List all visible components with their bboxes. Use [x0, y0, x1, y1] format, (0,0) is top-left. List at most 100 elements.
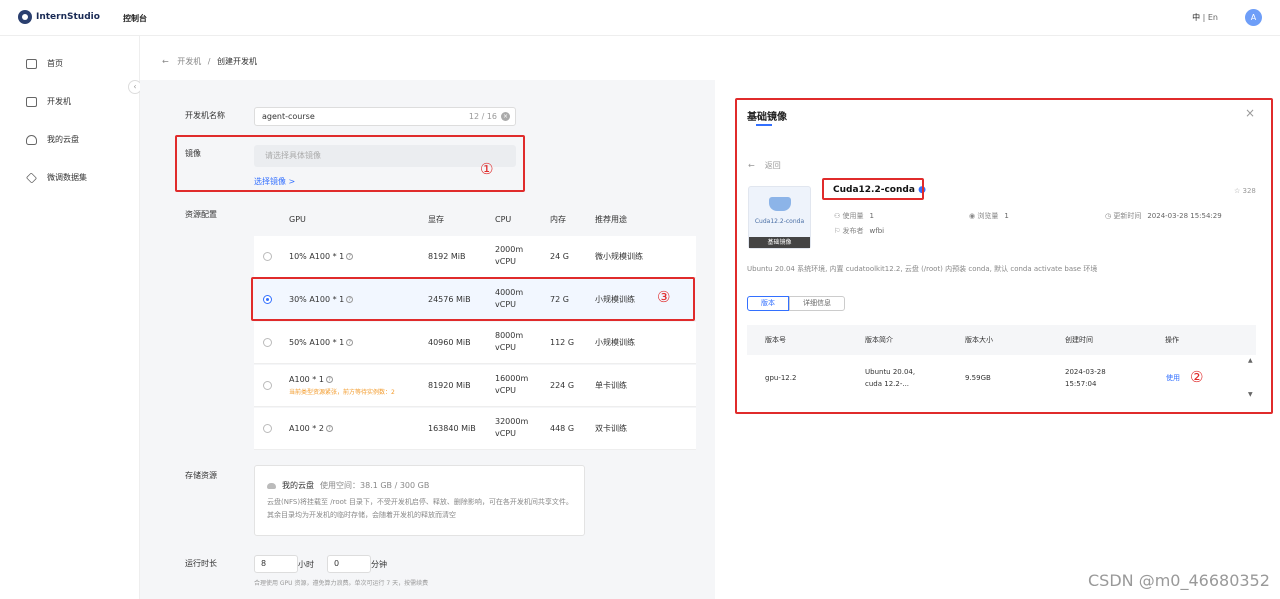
- intro-cell: Ubuntu 20.04, cuda 12.2-...: [865, 368, 916, 388]
- cpu-cell: 2000m vCPU: [495, 245, 524, 266]
- avatar[interactable]: A: [1245, 9, 1262, 26]
- row-radio[interactable]: [263, 381, 272, 390]
- back-button[interactable]: ← 返回: [748, 160, 781, 171]
- sidebar-item-devmachine[interactable]: 开发机: [26, 96, 71, 107]
- gpu-cell: A100 * 1? 当前类型资源紧张，前方等待实例数：2: [289, 375, 395, 396]
- minutes-unit: 分钟: [371, 560, 387, 569]
- storage-description: 云盘(NFS)将挂载至 /root 目录下，不受开发机启停、释放、删除影响，可在…: [267, 498, 573, 519]
- drawer-title: 基础镜像: [747, 112, 787, 123]
- top-bar: InternStudio 控制台 中 | En A: [0, 0, 1280, 36]
- breadcrumb-parent[interactable]: 开发机: [177, 57, 201, 66]
- col-action: 操作: [1165, 336, 1179, 344]
- cpu-cell: 16000m vCPU: [495, 374, 529, 395]
- breadcrumb-sep: /: [207, 57, 211, 66]
- back-arrow-icon[interactable]: ←: [162, 57, 169, 66]
- sidebar-item-label: 开发机: [47, 97, 71, 106]
- annotation-box-name: [822, 178, 924, 200]
- col-intro: 版本简介: [865, 336, 893, 344]
- annotation-box-1: [175, 135, 525, 192]
- publisher-meta: ⚐ 发布者 wfbi: [834, 227, 885, 235]
- col-usage: 推荐用途: [595, 215, 627, 224]
- table-row[interactable]: A100 * 1? 当前类型资源紧张，前方等待实例数：2 81920 MiB 16…: [254, 365, 696, 407]
- cloud-icon: [267, 482, 276, 489]
- table-row[interactable]: 10% A100 * 1? 8192 MiB 2000m vCPU 24 G 微小…: [254, 236, 696, 278]
- title-underline: [756, 124, 772, 126]
- table-row[interactable]: A100 * 2? 163840 MiB 32000m vCPU 448 G 双卡…: [254, 408, 696, 450]
- help-icon: ?: [346, 253, 354, 260]
- docker-icon: [769, 197, 791, 211]
- hours-unit: 小时: [298, 560, 314, 569]
- help-icon: ?: [325, 376, 333, 383]
- terminal-icon: [26, 96, 37, 107]
- breadcrumb-current: 创建开发机: [217, 57, 258, 66]
- clear-icon[interactable]: ×: [501, 112, 510, 121]
- sidebar: 首页 开发机 我的云盘 微调数据集: [0, 36, 140, 599]
- storage-title: 我的云盘 使用空间：38.1 GB / 300 GB: [267, 480, 429, 491]
- star-icon: ☆: [1234, 187, 1241, 195]
- updated-meta: ◷ 更新时间 2024-03-28 15:54:29: [1105, 212, 1222, 220]
- table-row[interactable]: 50% A100 * 1? 40960 MiB 8000m vCPU 112 G …: [254, 322, 696, 364]
- annotation-2: ②: [1190, 368, 1204, 386]
- sidebar-item-label: 首页: [47, 59, 63, 68]
- sidebar-item-dataset[interactable]: 微调数据集: [25, 171, 87, 184]
- version-tabs: 版本 详细信息: [747, 296, 845, 311]
- vram-cell: 40960 MiB: [428, 338, 471, 347]
- name-label: 开发机名称: [185, 111, 225, 120]
- help-icon: ?: [346, 339, 354, 346]
- lang-en[interactable]: En: [1208, 13, 1218, 22]
- console-nav[interactable]: 控制台: [123, 13, 147, 24]
- sidebar-item-cloud-disk[interactable]: 我的云盘: [26, 134, 79, 145]
- char-count: 12 / 16: [468, 112, 497, 121]
- resource-label: 资源配置: [185, 210, 217, 219]
- sidebar-item-label: 我的云盘: [47, 135, 79, 144]
- col-size: 版本大小: [965, 336, 993, 344]
- annotation-3: ③: [657, 288, 671, 306]
- usage-meta: ⚇ 使用量 1: [834, 212, 874, 220]
- home-icon: [26, 58, 37, 69]
- machine-name-input[interactable]: agent-course 12 / 16 ×: [254, 107, 516, 126]
- clock-icon: ◷: [1105, 212, 1112, 220]
- table-row: gpu-12.2 Ubuntu 20.04, cuda 12.2-... 9.59…: [747, 356, 1256, 402]
- vram-cell: 8192 MiB: [428, 252, 466, 261]
- annotation-1: ①: [480, 160, 494, 178]
- resource-table-header: GPU 显存 CPU 内存 推荐用途: [254, 203, 696, 235]
- row-radio[interactable]: [263, 424, 272, 433]
- base-image-badge: 基础镜像: [749, 237, 810, 248]
- users-icon: ⚇: [834, 212, 841, 220]
- col-vram: 显存: [428, 215, 444, 224]
- hours-input[interactable]: 8: [254, 555, 298, 573]
- watermark: CSDN @m0_46680352: [1088, 571, 1270, 590]
- usage-cell: 小规模训练: [595, 338, 635, 347]
- close-icon[interactable]: ×: [1245, 106, 1255, 120]
- usage-cell: 微小规模训练: [595, 252, 643, 261]
- star-count[interactable]: ☆ 328: [1234, 187, 1256, 195]
- dataset-icon: [25, 171, 38, 184]
- language-switch[interactable]: 中 | En: [1192, 12, 1218, 23]
- storage-label: 存储资源: [185, 471, 217, 480]
- row-radio[interactable]: [263, 338, 272, 347]
- machine-name-value: agent-course: [262, 112, 315, 121]
- size-cell: 9.59GB: [965, 374, 991, 382]
- minutes-input[interactable]: 0: [327, 555, 371, 573]
- gpu-cell: 50% A100 * 1?: [289, 337, 354, 349]
- tab-details[interactable]: 详细信息: [789, 296, 845, 311]
- sidebar-item-home[interactable]: 首页: [26, 58, 63, 69]
- tab-version[interactable]: 版本: [747, 296, 789, 311]
- scroll-up-icon[interactable]: ▲: [1248, 357, 1253, 364]
- breadcrumb: ← 开发机 / 创建开发机: [162, 56, 257, 67]
- ram-cell: 112 G: [550, 338, 575, 347]
- views-meta: ◉ 浏览量 1: [969, 212, 1009, 220]
- gpu-cell: A100 * 2?: [289, 423, 333, 435]
- image-description: Ubuntu 20.04 系统环境, 内置 cudatoolkit12.2, 云…: [747, 265, 1098, 273]
- back-arrow-icon: ←: [748, 161, 755, 170]
- vram-cell: 163840 MiB: [428, 424, 476, 433]
- logo[interactable]: InternStudio: [18, 10, 100, 24]
- cpu-cell: 8000m vCPU: [495, 331, 524, 352]
- row-radio[interactable]: [263, 252, 272, 261]
- scroll-down-icon[interactable]: ▼: [1248, 391, 1253, 398]
- lang-zh[interactable]: 中: [1192, 13, 1200, 22]
- ram-cell: 448 G: [550, 424, 575, 433]
- use-button[interactable]: 使用: [1166, 372, 1180, 384]
- cpu-cell: 32000m vCPU: [495, 417, 529, 438]
- version-table-header: 版本号 版本简介 版本大小 创建时间 操作: [747, 325, 1256, 355]
